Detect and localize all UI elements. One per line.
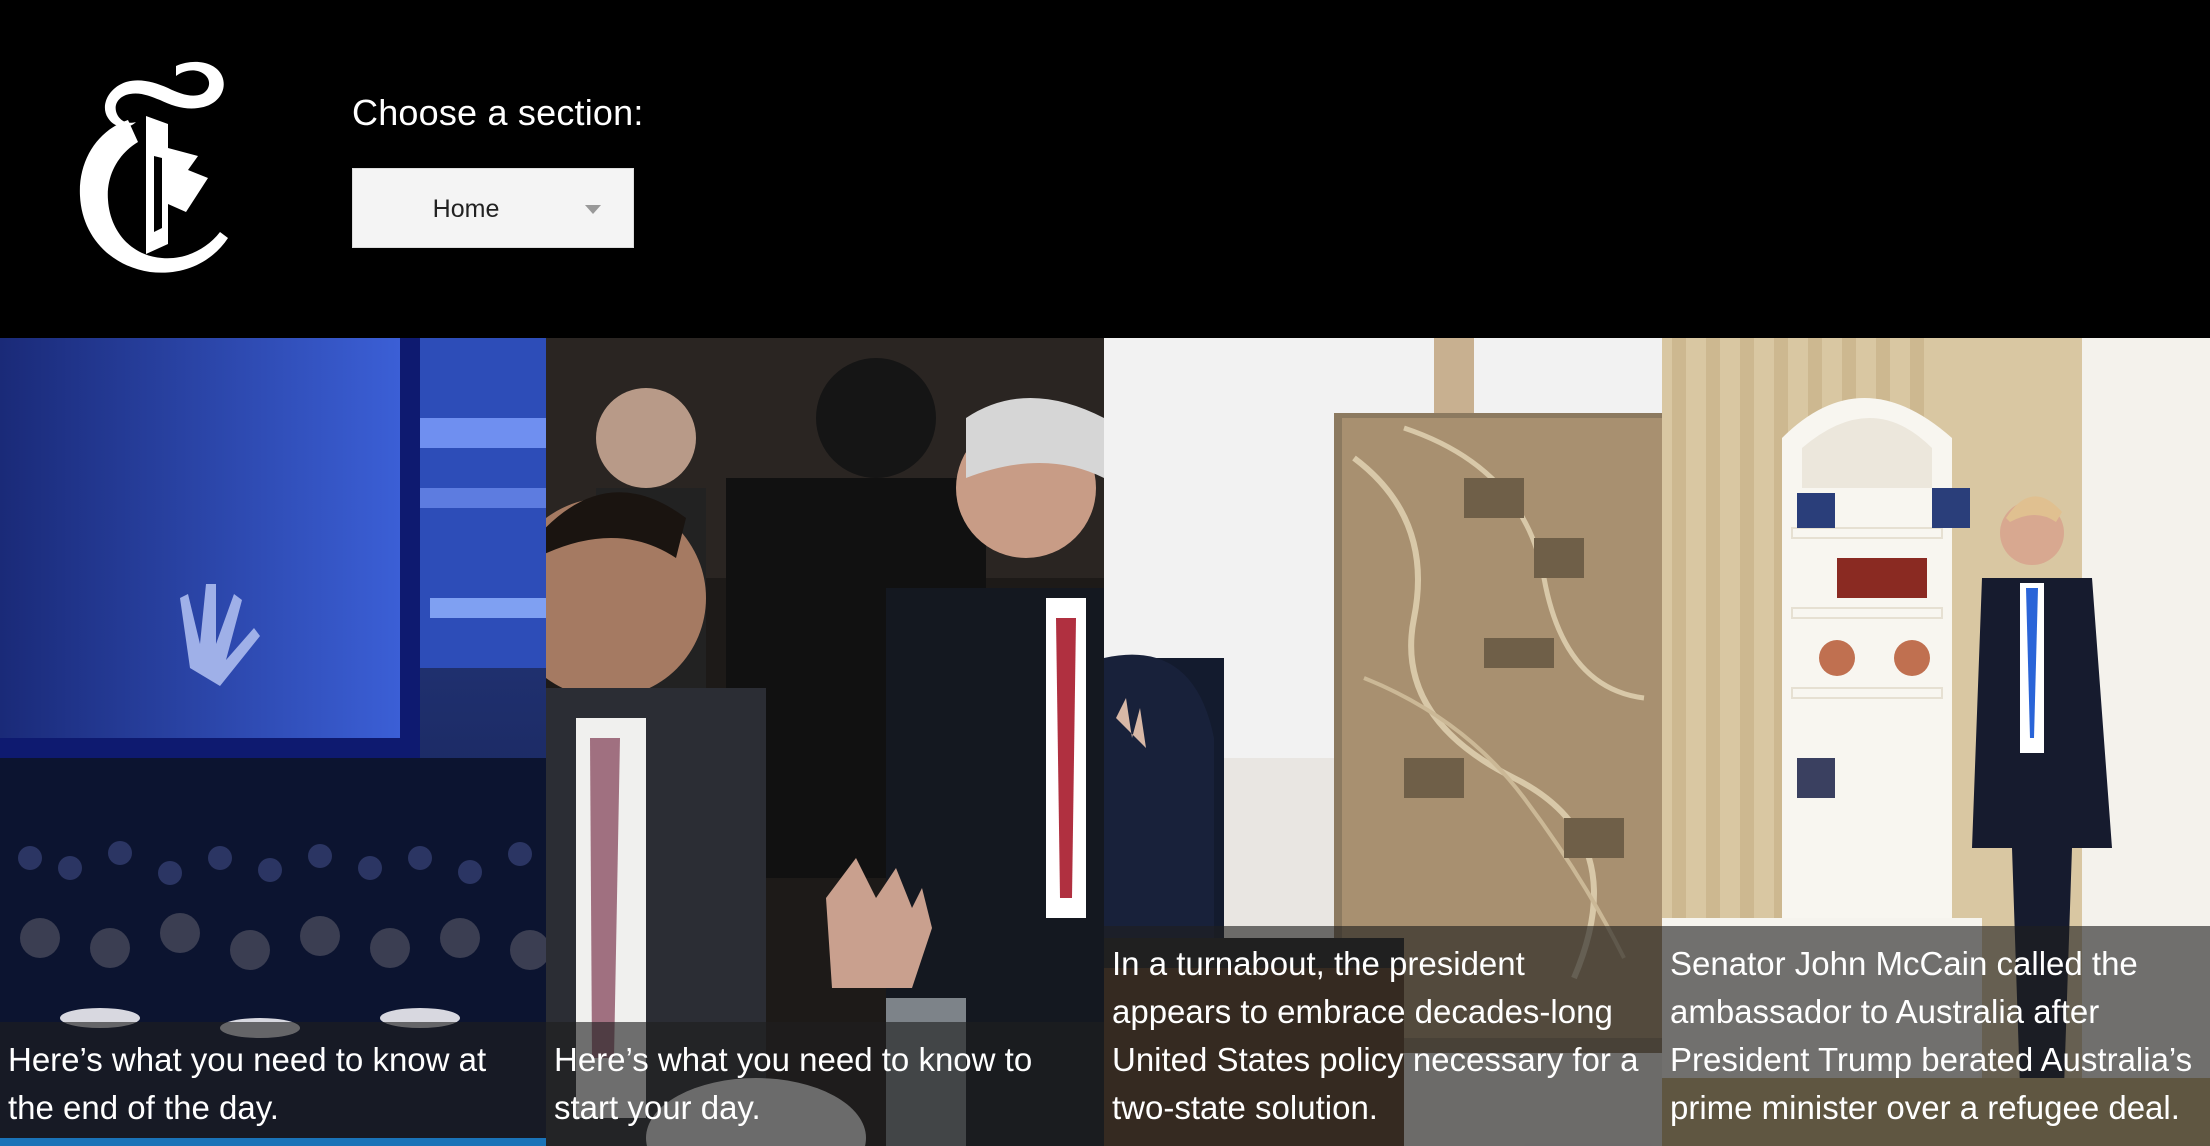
- story-caption: Here’s what you need to know at the end …: [0, 1022, 546, 1146]
- story-accent-bar: [0, 1138, 546, 1146]
- header: Choose a section: Home: [0, 0, 2210, 338]
- story-tile[interactable]: Here’s what you need to know to start yo…: [546, 338, 1104, 1146]
- nyt-logo-icon[interactable]: [72, 56, 232, 276]
- chevron-down-icon: [585, 205, 601, 214]
- story-tile[interactable]: In a turnabout, the president appears to…: [1104, 338, 1662, 1146]
- story-tiles: Here’s what you need to know at the end …: [0, 338, 2210, 1146]
- story-caption: In a turnabout, the president appears to…: [1104, 926, 1662, 1146]
- section-select-value: Home: [432, 195, 500, 223]
- story-tile[interactable]: Here’s what you need to know at the end …: [0, 338, 546, 1146]
- story-tile[interactable]: Senator John McCain called the ambassado…: [1662, 338, 2210, 1146]
- story-caption: Senator John McCain called the ambassado…: [1662, 926, 2210, 1146]
- section-label: Choose a section:: [352, 92, 644, 133]
- story-caption: Here’s what you need to know to start yo…: [546, 1022, 1104, 1146]
- section-select[interactable]: Home: [352, 168, 634, 248]
